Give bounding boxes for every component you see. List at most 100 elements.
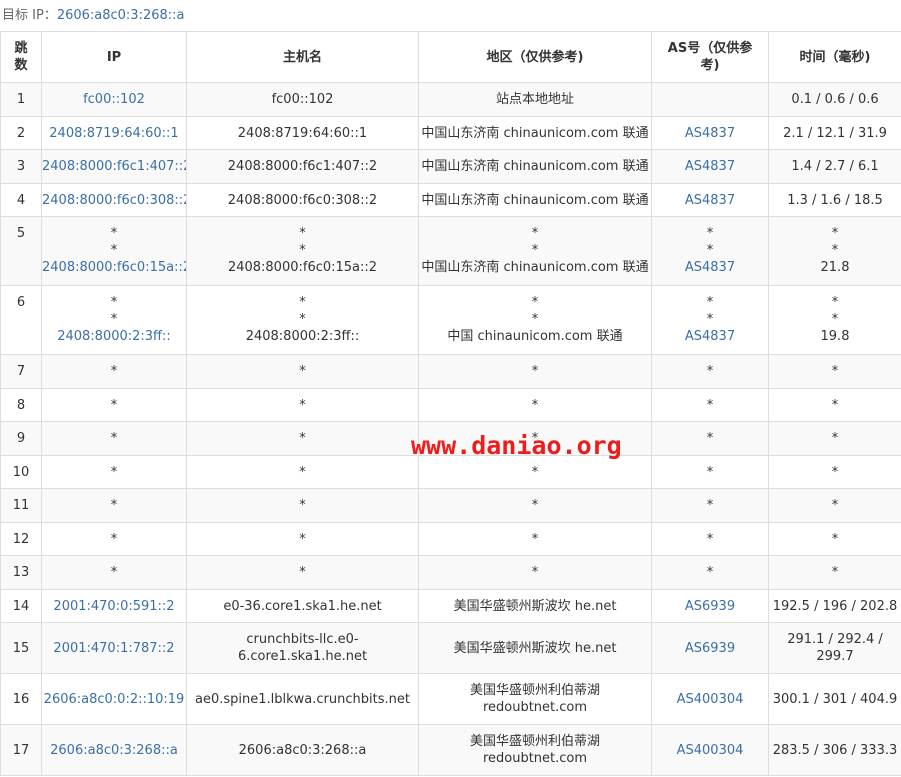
table-row: 5 * * 2408:8000:f6c0:15a::2 * * 2408:8000:f6c0… (0, 216, 901, 286)
cell-region: 中国山东济南 chinaunicom.com 联通 (418, 116, 652, 150)
cell-ip: * (41, 488, 187, 523)
target-ip-value[interactable]: 2606:a8c0:3:268::a (57, 8, 185, 23)
table-row: 4 2408:8000:f6c0:308::2 2408:8000:f6c0:308… (0, 183, 901, 217)
cell-hostname: fc00::102 (186, 82, 419, 117)
cell-time: 300.1 / 301 / 404.9 (768, 673, 901, 725)
header-time: 时间（毫秒) (768, 31, 901, 83)
table-row: 12 * * * * * (0, 522, 901, 556)
cell-hostname: 2606:a8c0:3:268::a (186, 724, 419, 776)
cell-hostname: 2408:8719:64:60::1 (186, 116, 419, 150)
table-row: 6 * * 2408:8000:2:3ff:: * * 2408:8000:2:3ff:: *… (0, 285, 901, 355)
cell-ip: * (41, 388, 187, 422)
cell-hop: 9 (0, 421, 42, 456)
cell-ip[interactable]: 2408:8719:64:60::1 (41, 116, 187, 150)
traceroute-table: 跳数 IP 主机名 地区（仅供参考) AS号（仅供参 考) 时间（毫秒) 1 fc0… (0, 31, 901, 776)
cell-hop: 12 (0, 522, 42, 556)
cell-ip: * (41, 421, 187, 456)
cell-time: 1.4 / 2.7 / 6.1 (768, 149, 901, 184)
cell-ip[interactable]: 2606:a8c0:0:2::10:19 (41, 673, 187, 725)
cell-time: * (768, 421, 901, 456)
cell-hop: 15 (0, 622, 42, 674)
cell-hostname: e0-36.core1.ska1.he.net (186, 589, 419, 623)
cell-hop: 14 (0, 589, 42, 623)
cell-region: 中国山东济南 chinaunicom.com 联通 (418, 183, 652, 217)
table-row: 16 2606:a8c0:0:2::10:19 ae0.spine1.lblkwa.… (0, 673, 901, 725)
header-ip: IP (41, 31, 187, 83)
cell-ip[interactable]: 2001:470:0:591::2 (41, 589, 187, 623)
cell-region: * (418, 488, 652, 523)
cell-as[interactable]: AS6939 (651, 589, 769, 623)
cell-as: * (651, 522, 769, 556)
cell-ip[interactable]: 2408:8000:f6c0:308::2 (41, 183, 187, 217)
cell-time: * (768, 522, 901, 556)
cell-region: * (418, 388, 652, 422)
cell-time: * (768, 354, 901, 389)
cell-hop: 7 (0, 354, 42, 389)
cell-hostname: 2408:8000:f6c0:308::2 (186, 183, 419, 217)
target-ip-label: 目标 IP： (2, 8, 57, 23)
cell-time: * (768, 555, 901, 590)
cell-region: * * 中国山东济南 chinaunicom.com 联通 (418, 216, 652, 286)
cell-time: * * 21.8 (768, 216, 901, 286)
cell-hostname: ae0.spine1.lblkwa.crunchbits.net (186, 673, 419, 725)
cell-as: * (651, 488, 769, 523)
cell-as[interactable]: * * AS4837 (651, 285, 769, 355)
cell-ip[interactable]: * * 2408:8000:2:3ff:: (41, 285, 187, 355)
cell-as[interactable]: AS400304 (651, 673, 769, 725)
cell-hop: 5 (0, 216, 42, 286)
cell-hostname: * (186, 388, 419, 422)
cell-as: * (651, 388, 769, 422)
cell-time: * (768, 455, 901, 489)
cell-as: * (651, 555, 769, 590)
cell-hostname: * (186, 555, 419, 590)
cell-as: * (651, 455, 769, 489)
target-ip-line: 目标 IP：2606:a8c0:3:268::a (2, 8, 185, 24)
header-hostname: 主机名 (186, 31, 419, 83)
table-row: 8 * * * * * (0, 388, 901, 422)
cell-as[interactable]: AS4837 (651, 149, 769, 184)
cell-as[interactable]: AS6939 (651, 622, 769, 674)
cell-time: 0.1 / 0.6 / 0.6 (768, 82, 901, 117)
table-row: 3 2408:8000:f6c1:407::2 2408:8000:f6c1:407… (0, 149, 901, 184)
cell-hop: 1 (0, 82, 42, 117)
table-header-row: 跳数 IP 主机名 地区（仅供参考) AS号（仅供参 考) 时间（毫秒) (0, 31, 901, 83)
cell-ip: * (41, 354, 187, 389)
cell-region: * (418, 354, 652, 389)
cell-hostname: * (186, 421, 419, 456)
cell-time: * (768, 388, 901, 422)
cell-time: 291.1 / 292.4 /299.7 (768, 622, 901, 674)
table-row: 13 * * * * * (0, 555, 901, 590)
cell-region: 美国华盛顿州斯波坎 he.net (418, 589, 652, 623)
table-row: 7 * * * * * (0, 354, 901, 389)
cell-ip: * (41, 455, 187, 489)
cell-as[interactable]: AS4837 (651, 116, 769, 150)
cell-hostname: 2408:8000:f6c1:407::2 (186, 149, 419, 184)
cell-ip[interactable]: fc00::102 (41, 82, 187, 117)
table-row: 17 2606:a8c0:3:268::a 2606:a8c0:3:268::a 美国… (0, 724, 901, 776)
cell-region: 美国华盛顿州斯波坎 he.net (418, 622, 652, 674)
cell-hop: 8 (0, 388, 42, 422)
cell-ip[interactable]: 2606:a8c0:3:268::a (41, 724, 187, 776)
cell-hop: 4 (0, 183, 42, 217)
cell-as (651, 82, 769, 117)
cell-time: 283.5 / 306 / 333.3 (768, 724, 901, 776)
cell-ip: * (41, 522, 187, 556)
cell-region: 中国山东济南 chinaunicom.com 联通 (418, 149, 652, 184)
cell-as: * (651, 421, 769, 456)
table-row: 2 2408:8719:64:60::1 2408:8719:64:60::1 中国山… (0, 116, 901, 150)
cell-hostname: * (186, 354, 419, 389)
cell-hostname: * (186, 488, 419, 523)
cell-ip[interactable]: 2001:470:1:787::2 (41, 622, 187, 674)
cell-ip: * (41, 555, 187, 590)
cell-ip[interactable]: * * 2408:8000:f6c0:15a::2 (41, 216, 187, 286)
cell-as[interactable]: AS4837 (651, 183, 769, 217)
cell-as[interactable]: AS400304 (651, 724, 769, 776)
cell-ip[interactable]: 2408:8000:f6c1:407::2 (41, 149, 187, 184)
cell-hostname: * (186, 522, 419, 556)
table-row: 15 2001:470:1:787::2 crunchbits-llc.e0- 6.c… (0, 622, 901, 674)
header-region: 地区（仅供参考) (418, 31, 652, 83)
cell-hop: 17 (0, 724, 42, 776)
cell-as[interactable]: * * AS4837 (651, 216, 769, 286)
cell-time: * * 19.8 (768, 285, 901, 355)
cell-hop: 10 (0, 455, 42, 489)
